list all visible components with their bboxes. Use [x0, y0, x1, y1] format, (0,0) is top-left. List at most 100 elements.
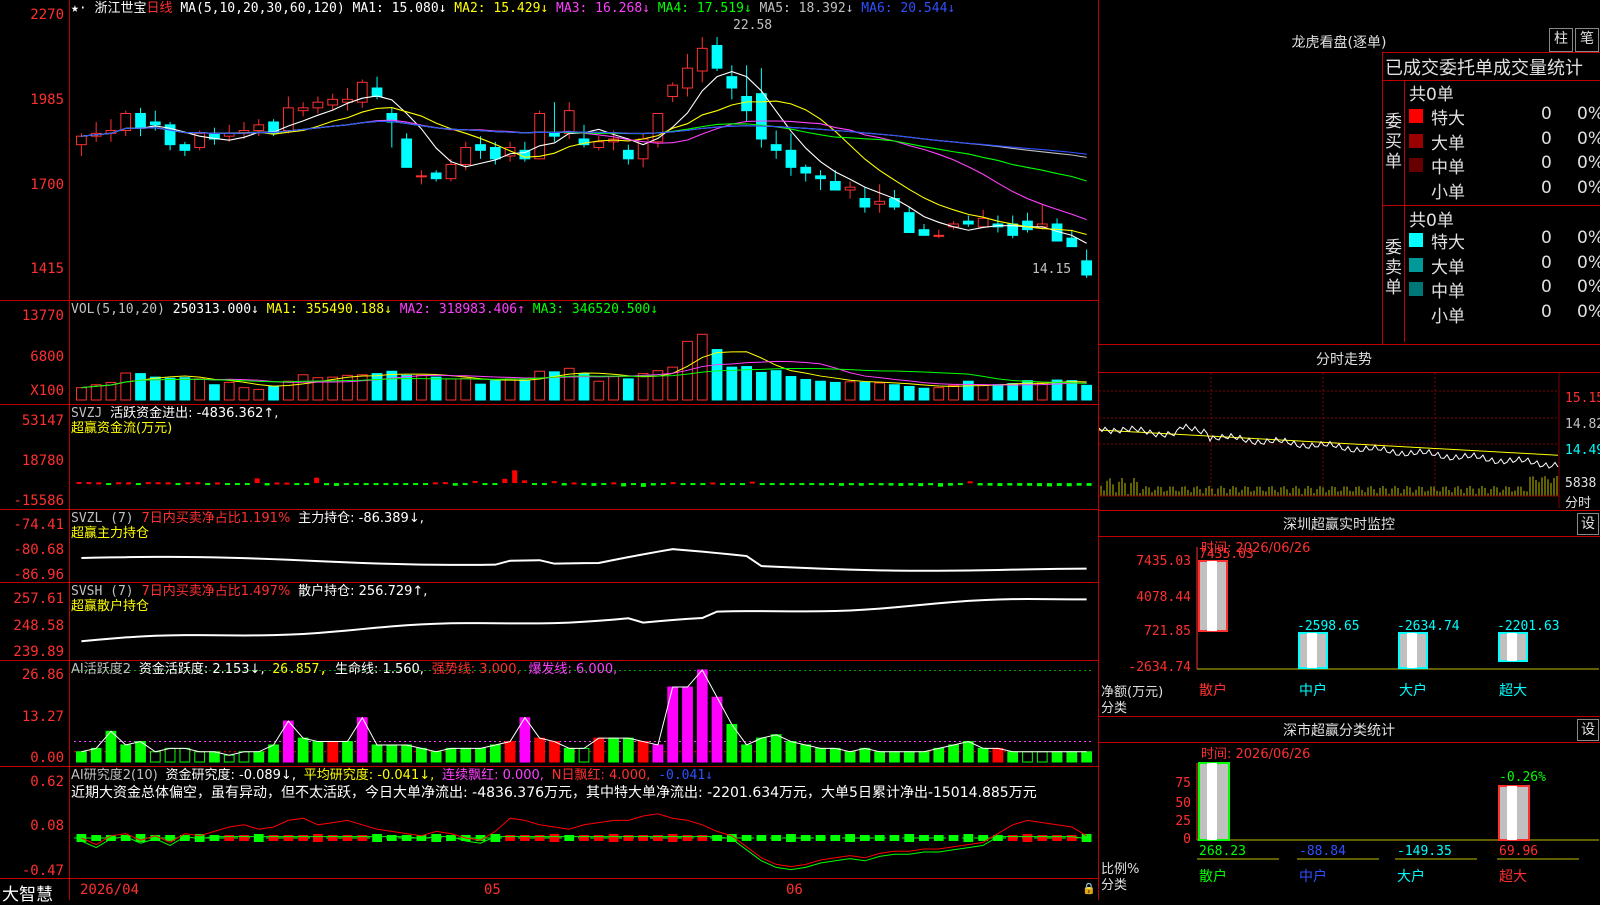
volume-bar — [756, 371, 767, 401]
ai-research-bar — [815, 835, 826, 841]
svzj-bar — [898, 483, 904, 486]
svzj-bar — [1086, 483, 1092, 486]
sz-cls-chart[interactable]: 75 50 25 0 -0.26% 268.23 散户 -88.84 中户 -149.35 大户 69… — [1099, 743, 1600, 900]
svzj-bar — [878, 483, 884, 486]
candle-body — [534, 113, 546, 160]
svzj-bar — [700, 483, 706, 486]
ai-active-bar — [253, 751, 265, 763]
sz-cls-sep — [1099, 716, 1600, 717]
sz-monitor-settings-button[interactable]: 设 — [1577, 513, 1599, 535]
sz-cls-value: -88.84 — [1299, 844, 1346, 859]
svzj-bar — [442, 482, 448, 485]
ai-active-bar — [682, 686, 693, 763]
ma5-value: MA5: 18.392↓ — [759, 1, 854, 16]
x-label-jun: 06 — [786, 882, 803, 898]
svzj-bar — [304, 483, 310, 486]
ai-active-bar — [859, 747, 871, 763]
svzj-bar — [670, 482, 676, 485]
candle-body — [430, 172, 442, 180]
svzj-bar — [195, 482, 201, 485]
svzj-bar — [155, 482, 161, 485]
sz-cls-ytick: 75 — [1175, 776, 1191, 791]
svzj-bar — [789, 483, 795, 486]
sz-monitor-chart[interactable]: 7435.03 4078.44 721.85 -2634.74 7435.03 散户 -25… — [1099, 537, 1600, 717]
color-swatch — [1409, 233, 1423, 247]
chart-canvas[interactable] — [0, 0, 1098, 900]
ai-research-bar — [549, 834, 560, 842]
row-name: 中单 — [1431, 158, 1465, 178]
ai-active-header: AI活跃度2 资金活跃度: 2.153↓, 26.857, 生命线: 1.560… — [71, 662, 617, 677]
ai-research-v5: -0.041↓ — [658, 768, 713, 783]
right-panel: 龙虎看盘(逐单) 柱 笔 已成交委托单成交量统计 委买单 共0单 委卖单 共0单… — [1099, 0, 1600, 900]
ai-active-bar — [874, 751, 886, 763]
ai-active-v2: 26.857, — [272, 662, 328, 677]
ma6-value: MA6: 20.544↓ — [861, 1, 956, 16]
color-swatch — [1409, 257, 1423, 272]
ai-active-bar — [504, 741, 516, 763]
row-name: 特大 — [1431, 109, 1465, 129]
ai-active-bar — [948, 744, 959, 763]
ai-research-bar — [1037, 835, 1048, 841]
ai-research-header: AI研究度2(10) 资金研究度: -0.089↓, 平均研究度: -0.041… — [71, 768, 713, 783]
svzj-bar — [838, 483, 844, 486]
svzj-bar — [116, 482, 122, 485]
sz-cls-top-label: -0.26% — [1499, 770, 1546, 785]
ai-research-bar — [386, 835, 397, 841]
ai-active-bar — [785, 741, 797, 763]
sz-cls-ytick: 0 — [1183, 832, 1191, 847]
svzj-bar — [462, 483, 468, 486]
vol-ytick: 6800 — [30, 349, 64, 365]
sz-monitor-ytick: 721.85 — [1144, 624, 1191, 639]
sz-monitor-bar-shine — [1207, 561, 1217, 631]
sell-label: 委卖单 — [1385, 238, 1402, 298]
candle-body — [682, 67, 693, 89]
ai-research-v2: 平均研究度: -0.041↓, — [303, 768, 435, 783]
candle-body — [815, 175, 826, 180]
svzj-bar — [413, 483, 419, 486]
volume-bar — [489, 380, 501, 401]
ai-research-bar — [224, 835, 235, 841]
svzj-bar — [561, 483, 567, 486]
vol-header: VOL(5,10,20) 250313.000↓ MA1: 355490.188… — [71, 302, 658, 317]
svzj-bar — [591, 483, 597, 486]
svzj-bar — [809, 483, 815, 486]
x-label-may: 05 — [484, 882, 501, 898]
candle-body — [844, 186, 856, 191]
intraday-chart[interactable] — [1099, 373, 1600, 508]
volume-bar — [534, 370, 546, 401]
ai-active-bar — [534, 737, 546, 763]
volume-bar — [356, 374, 368, 401]
ai-research-bar — [1066, 835, 1077, 841]
ai-active-bar — [918, 751, 930, 763]
sz-monitor-ytick: 7435.03 — [1136, 554, 1191, 569]
candle-body — [667, 84, 679, 97]
svsh-desc: 7日内买卖净占比1.497% — [141, 584, 291, 599]
ai-active-bar — [696, 669, 708, 763]
volume-bar — [371, 373, 383, 401]
tab-bar-button[interactable]: 柱 — [1549, 28, 1573, 52]
svzl-pos: 主力持仓: -86.389↓, — [298, 511, 424, 526]
volume-bar — [268, 386, 279, 401]
stock-name: 浙江世宝 — [94, 1, 147, 16]
ai-active-line — [81, 669, 1087, 756]
svzl-label: SVZL (7) — [71, 511, 134, 526]
ai-active-bar — [549, 741, 560, 763]
svzj-bar — [918, 483, 924, 487]
sz-monitor-value: -2598.65 — [1297, 619, 1360, 634]
ai-research-v4: N日飘红: 4.000, — [551, 768, 651, 783]
svzj-ytick: 53147 — [21, 413, 64, 429]
svzj-bar — [1056, 483, 1062, 486]
sz-cls-settings-button[interactable]: 设 — [1577, 719, 1599, 741]
tab-tick-button[interactable]: 笔 — [1575, 28, 1599, 52]
candle-body — [800, 166, 812, 174]
svzl-ytick: -74.41 — [13, 517, 64, 533]
volume-bar — [889, 384, 900, 401]
row-value: 0 — [1541, 128, 1552, 149]
volume-bar — [1036, 382, 1048, 401]
ai-active-bar — [194, 751, 206, 763]
ai-active-bar — [209, 751, 220, 763]
sz-cls-cat: 中户 — [1299, 868, 1327, 885]
orderbook-row: 中单 0 0% — [1409, 153, 1600, 178]
svsh-header: SVSH (7) 7日内买卖净占比1.497% 散户持仓: 256.729↑, — [71, 584, 427, 599]
volume-bar — [903, 386, 915, 401]
